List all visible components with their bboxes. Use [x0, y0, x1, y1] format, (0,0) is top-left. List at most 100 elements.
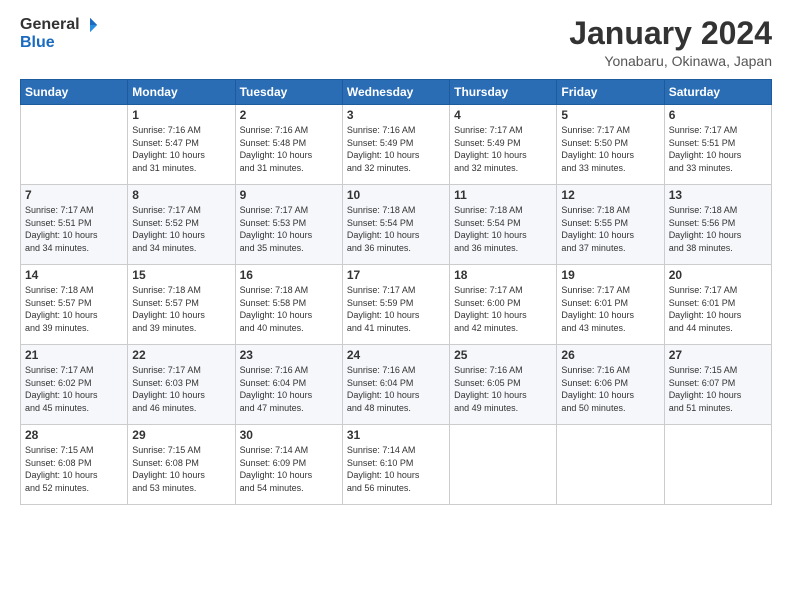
calendar-header-row: Sunday Monday Tuesday Wednesday Thursday…: [21, 80, 772, 105]
header: General Blue January 2024 Yonabaru, Okin…: [20, 16, 772, 69]
day-number: 17: [347, 268, 445, 282]
table-cell: 22 Sunrise: 7:17 AM Sunset: 6:03 PM Dayli…: [128, 345, 235, 425]
location: Yonabaru, Okinawa, Japan: [569, 53, 772, 69]
col-saturday: Saturday: [664, 80, 771, 105]
week-row-5: 28 Sunrise: 7:15 AM Sunset: 6:08 PM Dayli…: [21, 425, 772, 505]
day-info: Sunrise: 7:15 AM Sunset: 6:08 PM Dayligh…: [132, 444, 230, 494]
logo-icon: [81, 16, 99, 34]
day-info: Sunrise: 7:16 AM Sunset: 6:04 PM Dayligh…: [240, 364, 338, 414]
day-number: 20: [669, 268, 767, 282]
table-cell: 3 Sunrise: 7:16 AM Sunset: 5:49 PM Daylig…: [342, 105, 449, 185]
day-info: Sunrise: 7:16 AM Sunset: 5:47 PM Dayligh…: [132, 124, 230, 174]
day-number: 28: [25, 428, 123, 442]
day-info: Sunrise: 7:14 AM Sunset: 6:09 PM Dayligh…: [240, 444, 338, 494]
table-cell: 9Sunrise: 7:17 AM Sunset: 5:53 PM Daylig…: [235, 185, 342, 265]
day-number: 30: [240, 428, 338, 442]
table-cell: 7Sunrise: 7:17 AM Sunset: 5:51 PM Daylig…: [21, 185, 128, 265]
day-info: Sunrise: 7:17 AM Sunset: 5:53 PM Dayligh…: [240, 204, 338, 254]
table-cell: 19Sunrise: 7:17 AM Sunset: 6:01 PM Dayli…: [557, 265, 664, 345]
day-info: Sunrise: 7:17 AM Sunset: 6:01 PM Dayligh…: [561, 284, 659, 334]
col-thursday: Thursday: [450, 80, 557, 105]
col-tuesday: Tuesday: [235, 80, 342, 105]
table-cell: 23 Sunrise: 7:16 AM Sunset: 6:04 PM Dayli…: [235, 345, 342, 425]
week-row-1: 1 Sunrise: 7:16 AM Sunset: 5:47 PM Daylig…: [21, 105, 772, 185]
day-info: Sunrise: 7:18 AM Sunset: 5:55 PM Dayligh…: [561, 204, 659, 254]
table-cell: 17Sunrise: 7:17 AM Sunset: 5:59 PM Dayli…: [342, 265, 449, 345]
table-cell: 24Sunrise: 7:16 AM Sunset: 6:04 PM Dayli…: [342, 345, 449, 425]
day-number: 11: [454, 188, 552, 202]
day-info: Sunrise: 7:17 AM Sunset: 6:03 PM Dayligh…: [132, 364, 230, 414]
day-number: 4: [454, 108, 552, 122]
day-number: 6: [669, 108, 767, 122]
day-info: Sunrise: 7:14 AM Sunset: 6:10 PM Dayligh…: [347, 444, 445, 494]
table-cell: 20 Sunrise: 7:17 AM Sunset: 6:01 PM Dayli…: [664, 265, 771, 345]
day-info: Sunrise: 7:17 AM Sunset: 5:52 PM Dayligh…: [132, 204, 230, 254]
day-number: 18: [454, 268, 552, 282]
table-cell: 11 Sunrise: 7:18 AM Sunset: 5:54 PM Dayli…: [450, 185, 557, 265]
day-number: 26: [561, 348, 659, 362]
day-number: 10: [347, 188, 445, 202]
day-number: 2: [240, 108, 338, 122]
logo: General Blue: [20, 16, 99, 52]
table-cell: [664, 425, 771, 505]
table-cell: 6 Sunrise: 7:17 AM Sunset: 5:51 PM Daylig…: [664, 105, 771, 185]
logo-blue-text: Blue: [20, 34, 55, 52]
day-number: 21: [25, 348, 123, 362]
day-number: 15: [132, 268, 230, 282]
table-cell: 13Sunrise: 7:18 AM Sunset: 5:56 PM Dayli…: [664, 185, 771, 265]
table-cell: [21, 105, 128, 185]
table-cell: 27 Sunrise: 7:15 AM Sunset: 6:07 PM Dayli…: [664, 345, 771, 425]
day-info: Sunrise: 7:17 AM Sunset: 6:00 PM Dayligh…: [454, 284, 552, 334]
day-number: 7: [25, 188, 123, 202]
day-info: Sunrise: 7:16 AM Sunset: 5:49 PM Dayligh…: [347, 124, 445, 174]
day-info: Sunrise: 7:17 AM Sunset: 5:50 PM Dayligh…: [561, 124, 659, 174]
day-number: 8: [132, 188, 230, 202]
table-cell: 2Sunrise: 7:16 AM Sunset: 5:48 PM Daylig…: [235, 105, 342, 185]
table-cell: [450, 425, 557, 505]
col-sunday: Sunday: [21, 80, 128, 105]
day-info: Sunrise: 7:17 AM Sunset: 5:49 PM Dayligh…: [454, 124, 552, 174]
day-number: 5: [561, 108, 659, 122]
day-number: 25: [454, 348, 552, 362]
table-cell: 10 Sunrise: 7:18 AM Sunset: 5:54 PM Dayli…: [342, 185, 449, 265]
day-number: 16: [240, 268, 338, 282]
table-cell: 5 Sunrise: 7:17 AM Sunset: 5:50 PM Daylig…: [557, 105, 664, 185]
title-block: January 2024 Yonabaru, Okinawa, Japan: [569, 16, 772, 69]
calendar: Sunday Monday Tuesday Wednesday Thursday…: [20, 79, 772, 505]
table-cell: 18 Sunrise: 7:17 AM Sunset: 6:00 PM Dayli…: [450, 265, 557, 345]
day-info: Sunrise: 7:18 AM Sunset: 5:57 PM Dayligh…: [25, 284, 123, 334]
day-number: 14: [25, 268, 123, 282]
table-cell: 21 Sunrise: 7:17 AM Sunset: 6:02 PM Dayli…: [21, 345, 128, 425]
table-cell: 1 Sunrise: 7:16 AM Sunset: 5:47 PM Daylig…: [128, 105, 235, 185]
day-info: Sunrise: 7:18 AM Sunset: 5:54 PM Dayligh…: [454, 204, 552, 254]
week-row-3: 14 Sunrise: 7:18 AM Sunset: 5:57 PM Dayli…: [21, 265, 772, 345]
table-cell: 14 Sunrise: 7:18 AM Sunset: 5:57 PM Dayli…: [21, 265, 128, 345]
table-cell: 28 Sunrise: 7:15 AM Sunset: 6:08 PM Dayli…: [21, 425, 128, 505]
table-cell: 12Sunrise: 7:18 AM Sunset: 5:55 PM Dayli…: [557, 185, 664, 265]
day-number: 1: [132, 108, 230, 122]
day-info: Sunrise: 7:16 AM Sunset: 6:05 PM Dayligh…: [454, 364, 552, 414]
day-info: Sunrise: 7:18 AM Sunset: 5:54 PM Dayligh…: [347, 204, 445, 254]
day-info: Sunrise: 7:17 AM Sunset: 5:51 PM Dayligh…: [669, 124, 767, 174]
table-cell: 15Sunrise: 7:18 AM Sunset: 5:57 PM Dayli…: [128, 265, 235, 345]
table-cell: 25 Sunrise: 7:16 AM Sunset: 6:05 PM Dayli…: [450, 345, 557, 425]
week-row-2: 7Sunrise: 7:17 AM Sunset: 5:51 PM Daylig…: [21, 185, 772, 265]
day-info: Sunrise: 7:15 AM Sunset: 6:07 PM Dayligh…: [669, 364, 767, 414]
day-info: Sunrise: 7:17 AM Sunset: 6:02 PM Dayligh…: [25, 364, 123, 414]
day-number: 22: [132, 348, 230, 362]
day-info: Sunrise: 7:16 AM Sunset: 6:04 PM Dayligh…: [347, 364, 445, 414]
day-number: 27: [669, 348, 767, 362]
table-cell: 26 Sunrise: 7:16 AM Sunset: 6:06 PM Dayli…: [557, 345, 664, 425]
day-number: 3: [347, 108, 445, 122]
month-title: January 2024: [569, 16, 772, 51]
table-cell: 29Sunrise: 7:15 AM Sunset: 6:08 PM Dayli…: [128, 425, 235, 505]
col-wednesday: Wednesday: [342, 80, 449, 105]
page: General Blue January 2024 Yonabaru, Okin…: [0, 0, 792, 612]
table-cell: 30 Sunrise: 7:14 AM Sunset: 6:09 PM Dayli…: [235, 425, 342, 505]
day-info: Sunrise: 7:15 AM Sunset: 6:08 PM Dayligh…: [25, 444, 123, 494]
day-info: Sunrise: 7:17 AM Sunset: 6:01 PM Dayligh…: [669, 284, 767, 334]
table-cell: 4 Sunrise: 7:17 AM Sunset: 5:49 PM Daylig…: [450, 105, 557, 185]
day-number: 23: [240, 348, 338, 362]
day-info: Sunrise: 7:16 AM Sunset: 6:06 PM Dayligh…: [561, 364, 659, 414]
col-friday: Friday: [557, 80, 664, 105]
